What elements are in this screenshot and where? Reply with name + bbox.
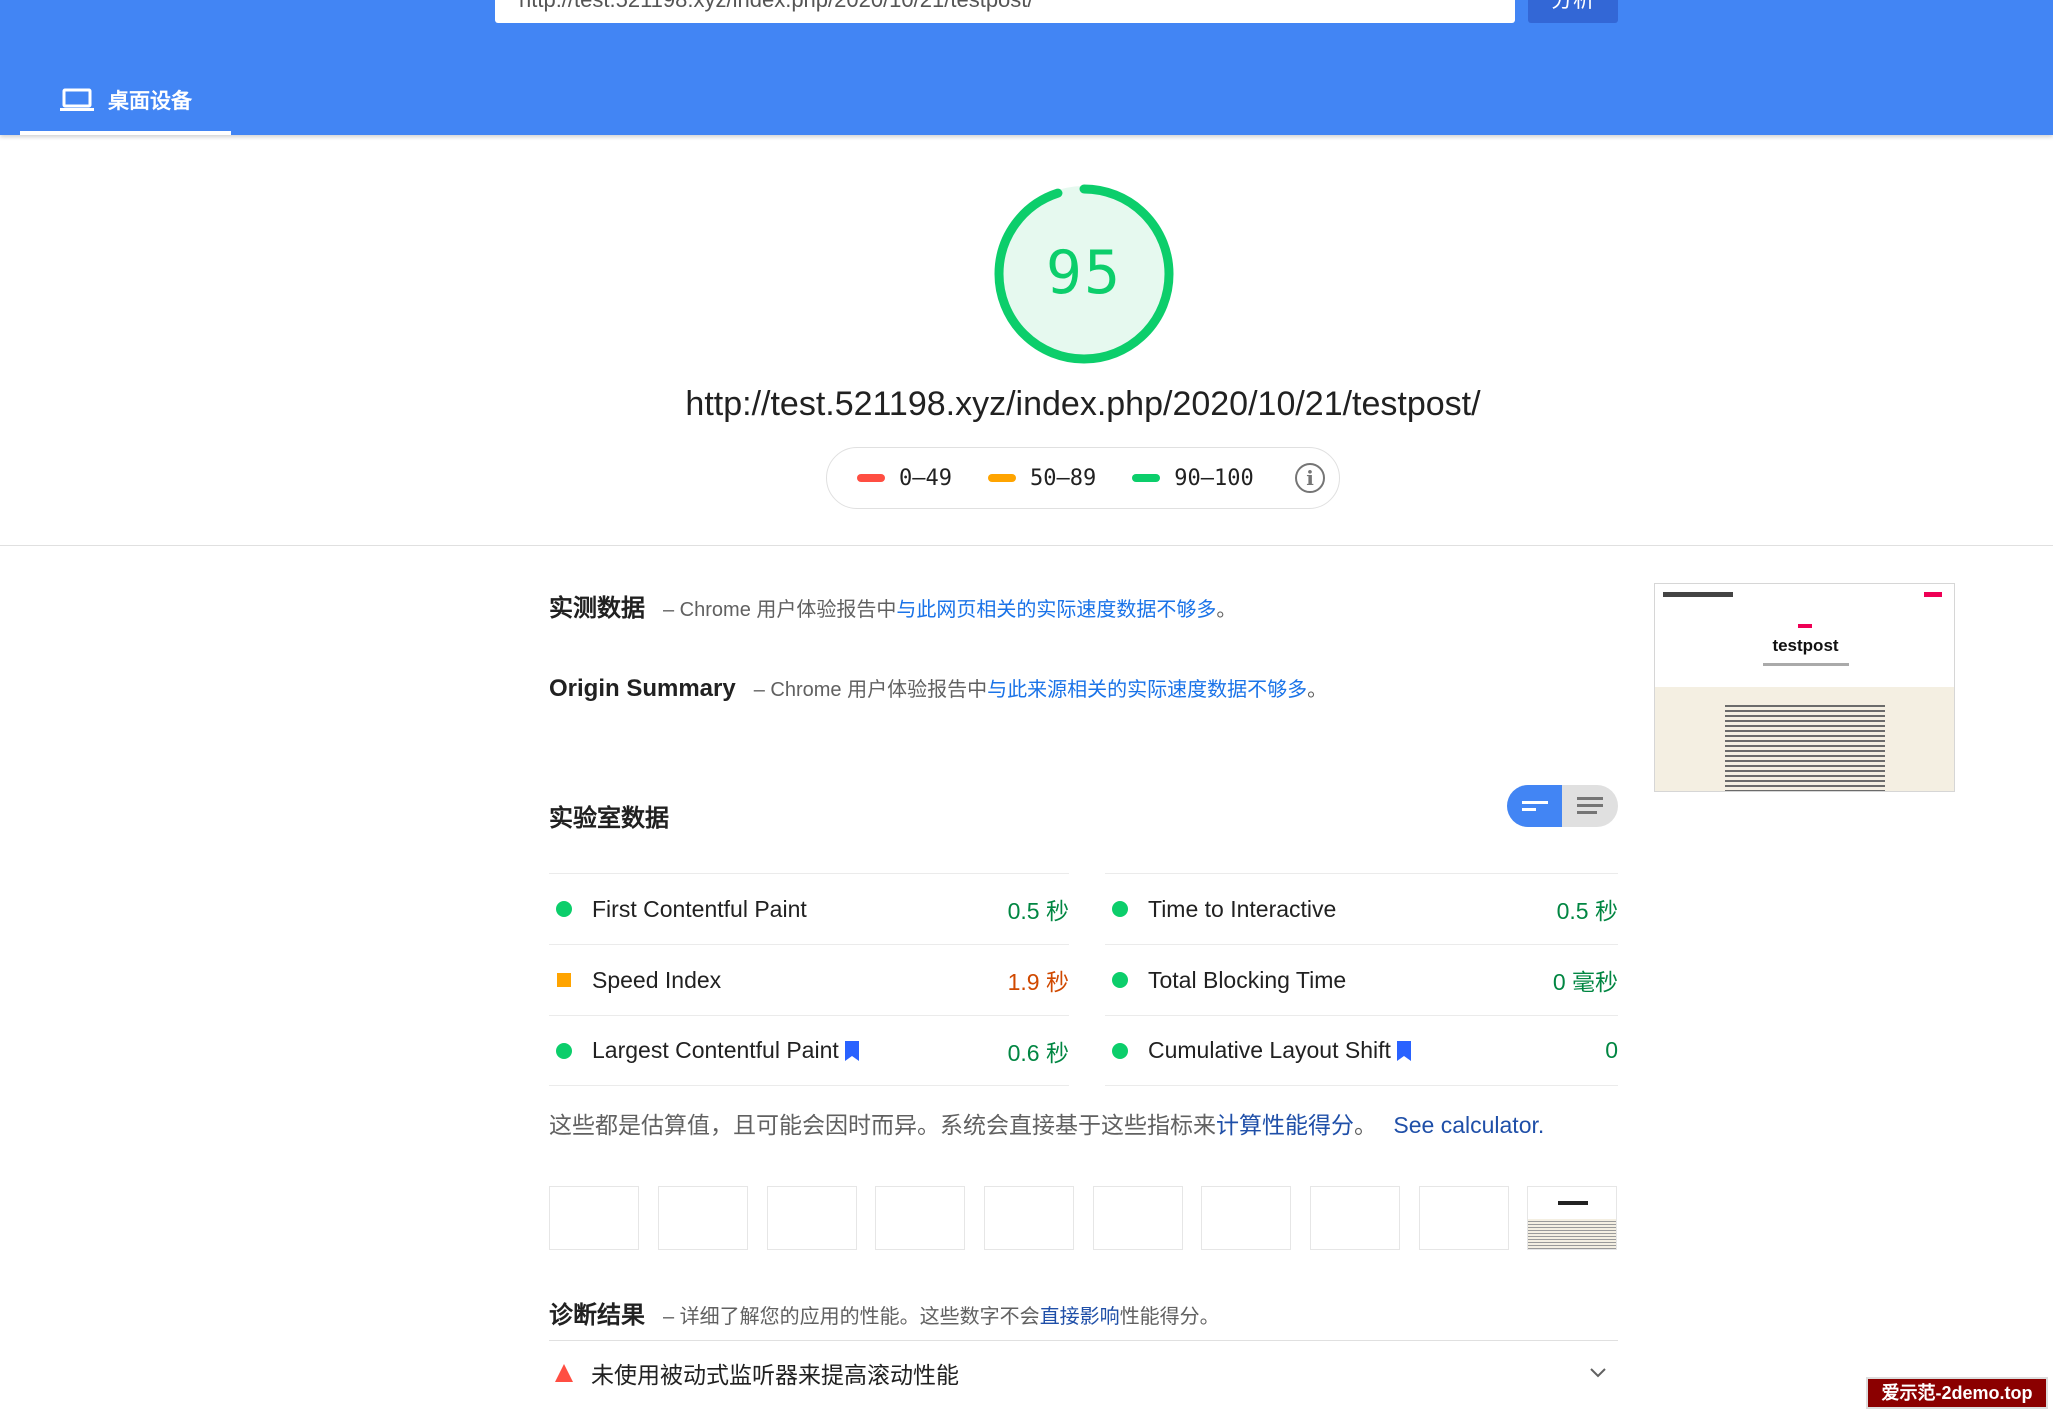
average-indicator xyxy=(557,973,571,987)
filmstrip-frame xyxy=(549,1186,639,1250)
diagnostics-section: 诊断结果 – 详细了解您的应用的性能。这些数字不会直接影响性能得分。 xyxy=(549,1295,1220,1330)
note-prefix: 这些都是估算值，且可能会因时而异。系统会直接基于这些指标来 xyxy=(549,1112,1216,1138)
metric-value: 0.5 秒 xyxy=(1007,898,1069,924)
legend-swatch xyxy=(1132,474,1161,482)
toggle-compact-view[interactable] xyxy=(1507,785,1562,827)
metric-name: Largest Contentful Paint xyxy=(592,1037,839,1063)
metric-speed-index: Speed Index 1.9 秒 xyxy=(549,944,1069,1015)
legend-label: 50–89 xyxy=(1029,465,1097,491)
see-calculator-link[interactable]: See calculator. xyxy=(1393,1112,1544,1138)
origin-summary-section: Origin Summary – Chrome 用户体验报告中与此来源相关的实际… xyxy=(549,673,1327,703)
filmstrip-frame xyxy=(1310,1186,1400,1250)
metrics-column-right: Time to Interactive 0.5 秒 Total Blocking… xyxy=(1105,873,1618,1086)
legend-swatch xyxy=(857,474,885,482)
legend-item-fail: 0–49 xyxy=(857,466,952,491)
origin-summary-desc: – Chrome 用户体验报告中与此来源相关的实际速度数据不够多。 xyxy=(754,673,1327,702)
chevron-down-icon[interactable] xyxy=(1590,1367,1606,1378)
analyze-button[interactable]: 分析 xyxy=(1528,0,1618,23)
compact-list-icon xyxy=(1521,801,1548,811)
tab-desktop[interactable]: 桌面设备 xyxy=(20,68,231,135)
filmstrip-frame-final xyxy=(1527,1186,1617,1250)
pass-indicator xyxy=(1112,1042,1128,1059)
pass-indicator xyxy=(556,1042,572,1059)
info-icon[interactable]: i xyxy=(1295,463,1325,493)
legend-label: 90–100 xyxy=(1174,465,1254,491)
metric-name: First Contentful Paint xyxy=(592,895,807,922)
legend-swatch xyxy=(987,474,1016,482)
metric-value: 0 毫秒 xyxy=(1552,969,1618,995)
filmstrip-frame xyxy=(984,1186,1074,1250)
field-data-desc-suffix: 。 xyxy=(1216,599,1237,621)
diagnostics-desc-suffix: 性能得分。 xyxy=(1119,1306,1220,1328)
screenshot-body xyxy=(1655,687,1954,791)
field-data-desc: – Chrome 用户体验报告中与此网页相关的实际速度数据不够多。 xyxy=(663,593,1236,622)
screenshot-post-title: testpost xyxy=(1772,636,1839,655)
filmstrip-frame xyxy=(1093,1186,1183,1250)
metric-name: Cumulative Layout Shift xyxy=(1148,1037,1391,1063)
metric-largest-contentful-paint: Largest Contentful Paint 0.6 秒 xyxy=(549,1015,1069,1086)
metric-time-to-interactive: Time to Interactive 0.5 秒 xyxy=(1105,873,1618,944)
metric-value: 0 xyxy=(1605,1037,1618,1063)
field-data-title: 实测数据 xyxy=(549,595,645,622)
site-watermark: 爱示范-2demo.top xyxy=(1866,1377,2048,1409)
metrics-column-left: First Contentful Paint 0.5 秒 Speed Index… xyxy=(549,873,1069,1086)
app-header: http://test.521198.xyz/index.php/2020/10… xyxy=(0,0,2053,135)
pass-indicator xyxy=(1112,972,1128,988)
expanded-list-icon xyxy=(1577,797,1603,814)
calculate-score-link[interactable]: 计算性能得分 xyxy=(1216,1112,1354,1138)
direct-impact-link[interactable]: 直接影响 xyxy=(1040,1306,1120,1328)
laptop-icon xyxy=(60,88,94,111)
metric-name: Total Blocking Time xyxy=(1148,966,1347,993)
metric-total-blocking-time: Total Blocking Time 0 毫秒 xyxy=(1105,944,1618,1015)
toggle-expanded-view[interactable] xyxy=(1562,785,1618,827)
performance-score: 95 xyxy=(1045,238,1123,308)
field-data-section: 实测数据 – Chrome 用户体验报告中与此网页相关的实际速度数据不够多。 xyxy=(549,588,1236,623)
score-legend: 0–49 50–89 90–100 i xyxy=(826,447,1340,509)
estimate-note: 这些都是估算值，且可能会因时而异。系统会直接基于这些指标来计算性能得分。 See… xyxy=(549,1106,1544,1140)
url-input[interactable]: http://test.521198.xyz/index.php/2020/10… xyxy=(495,0,1515,23)
diagnostics-desc: – 详细了解您的应用的性能。这些数字不会直接影响性能得分。 xyxy=(663,1300,1220,1329)
pass-indicator xyxy=(556,901,572,917)
diagnostic-label: 未使用被动式监听器来提高滚动性能 xyxy=(591,1361,959,1388)
legend-item-average: 50–89 xyxy=(987,465,1097,491)
legend-label: 0–49 xyxy=(899,465,952,491)
filmstrip-frame xyxy=(875,1186,965,1250)
filmstrip-frame xyxy=(767,1186,857,1250)
origin-summary-desc-prefix: – Chrome 用户体验报告中 xyxy=(753,679,988,701)
filmstrip-frame xyxy=(1419,1186,1509,1250)
final-screenshot: testpost xyxy=(1654,583,1955,792)
filmstrip-frame xyxy=(1201,1186,1291,1250)
diagnostics-title: 诊断结果 xyxy=(549,1302,645,1329)
origin-summary-title: Origin Summary xyxy=(549,675,736,702)
section-divider xyxy=(0,545,2053,546)
pass-indicator xyxy=(1112,901,1128,917)
metric-cumulative-layout-shift: Cumulative Layout Shift 0 xyxy=(1105,1015,1618,1086)
filmstrip-frame xyxy=(658,1186,748,1250)
origin-summary-link[interactable]: 与此来源相关的实际速度数据不够多 xyxy=(987,679,1307,701)
metric-value: 0.5 秒 xyxy=(1556,898,1618,924)
lab-data-title: 实验室数据 xyxy=(549,805,669,832)
filmstrip xyxy=(549,1186,1618,1250)
metrics-view-toggle[interactable] xyxy=(1507,785,1618,827)
field-data-desc-prefix: – Chrome 用户体验报告中 xyxy=(663,599,897,621)
metric-first-contentful-paint: First Contentful Paint 0.5 秒 xyxy=(549,873,1069,944)
legend-item-pass: 90–100 xyxy=(1132,465,1254,491)
warning-triangle-icon xyxy=(555,1363,573,1382)
metric-value: 1.9 秒 xyxy=(1007,969,1069,995)
diagnostics-desc-prefix: – 详细了解您的应用的性能。这些数字不会 xyxy=(663,1306,1040,1328)
bookmark-icon[interactable] xyxy=(844,1040,859,1061)
metric-name: Speed Index xyxy=(592,966,722,993)
tab-label: 桌面设备 xyxy=(108,89,192,113)
metric-value: 0.6 秒 xyxy=(1007,1039,1069,1066)
metric-name: Time to Interactive xyxy=(1148,895,1337,922)
bookmark-icon[interactable] xyxy=(1396,1040,1411,1061)
page-url: http://test.521198.xyz/index.php/2020/10… xyxy=(685,385,1481,423)
origin-summary-desc-suffix: 。 xyxy=(1307,679,1328,701)
lab-data-section: 实验室数据 xyxy=(549,798,687,833)
note-suffix: 。 xyxy=(1354,1112,1377,1138)
diagnostic-item-passive-listeners[interactable]: 未使用被动式监听器来提高滚动性能 xyxy=(549,1340,1618,1404)
screenshot-header: testpost xyxy=(1655,584,1954,687)
field-data-link[interactable]: 与此网页相关的实际速度数据不够多 xyxy=(896,599,1216,621)
